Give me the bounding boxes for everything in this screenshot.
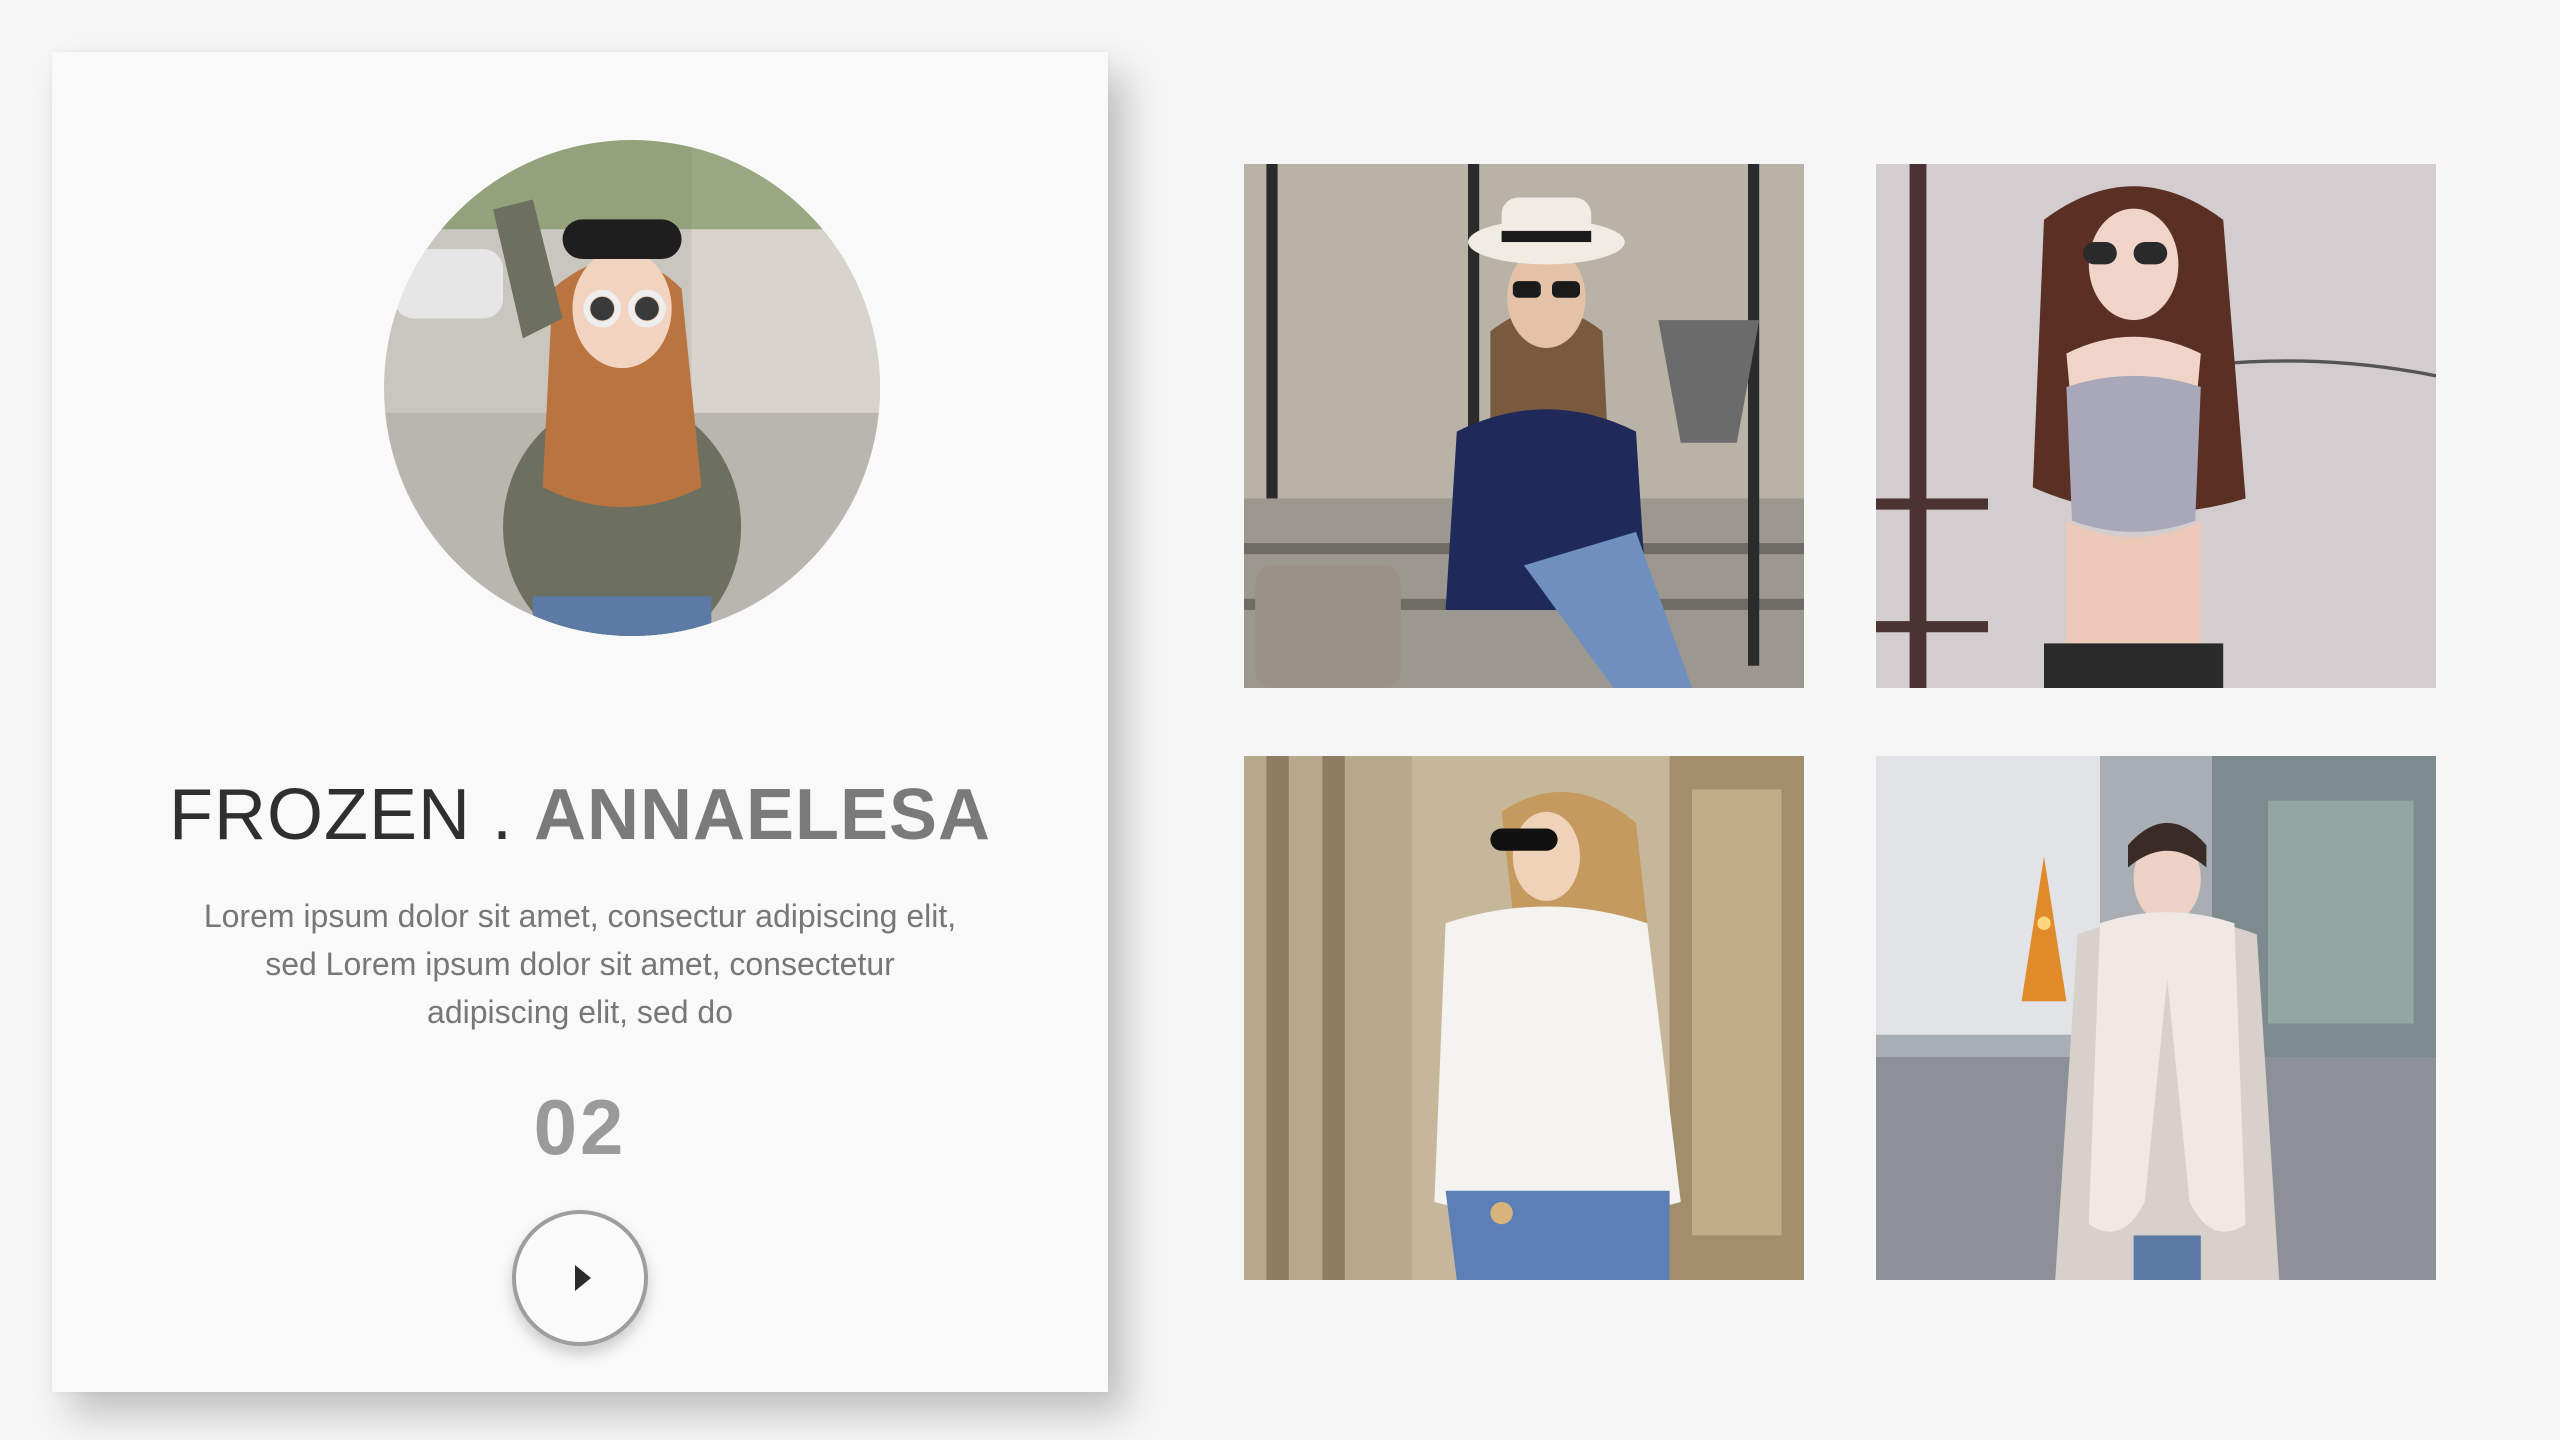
photo-fur-scarf-woman[interactable]: [1876, 756, 2436, 1280]
photo-crop-top-woman[interactable]: [1876, 164, 2436, 688]
title-bold: ANNAELESA: [533, 775, 992, 855]
description-text: Lorem ipsum dolor sit amet, consectur ad…: [203, 898, 957, 1030]
title-light: FROZEN .: [168, 775, 534, 855]
photo-hat-woman[interactable]: [1244, 164, 1804, 688]
avatar-photo: [384, 140, 880, 636]
page-title: FROZEN . ANNAELESA: [52, 774, 1108, 856]
slide-number: 02: [533, 1083, 627, 1171]
play-icon: [575, 1265, 591, 1291]
photo-white-shirt-woman[interactable]: [1244, 756, 1804, 1280]
profile-card: FROZEN . ANNAELESA Lorem ipsum dolor sit…: [52, 52, 1108, 1392]
play-button[interactable]: [512, 1210, 648, 1346]
